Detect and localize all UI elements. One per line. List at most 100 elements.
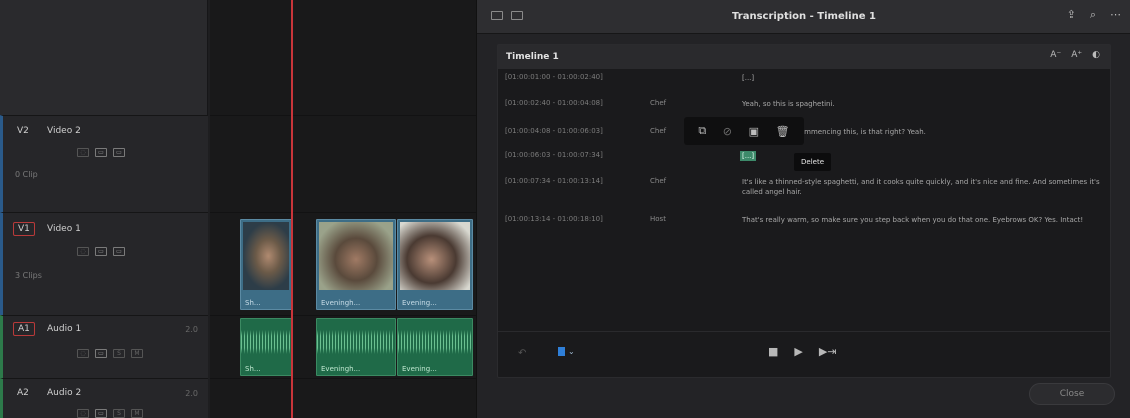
- toggle-output-icon[interactable]: ▭: [113, 247, 125, 256]
- undo-icon[interactable]: ↶: [518, 348, 526, 359]
- clip-name: Eveningh...: [321, 365, 361, 373]
- transcript-text[interactable]: It's like a thinned-style spaghetti, and…: [742, 177, 1102, 197]
- titlebar-actions: ⇪ ⌕ ⋯: [1067, 8, 1121, 22]
- track-divider: [210, 115, 476, 116]
- clip-thumbnail: [243, 222, 289, 290]
- clip-name: Eveningh...: [321, 299, 361, 307]
- clip-name: Sh...: [245, 299, 261, 307]
- channel-count: 2.0: [185, 325, 198, 334]
- solo-icon[interactable]: S: [113, 409, 125, 418]
- video-clip[interactable]: Eveningh...: [316, 219, 396, 310]
- contrast-icon[interactable]: ◐: [1092, 50, 1100, 60]
- track-tag[interactable]: V2: [13, 125, 33, 137]
- video-clip[interactable]: Sh...: [240, 219, 292, 310]
- timeline-header-area: [0, 0, 208, 115]
- timecode: [01:00:01:00 - 01:00:02:40]: [505, 73, 603, 81]
- transcription-window: Transcription - Timeline 1 ⇪ ⌕ ⋯ Timelin…: [476, 0, 1130, 418]
- panel-header: Timeline 1 A⁻ A⁺ ◐: [498, 45, 1110, 69]
- transcript-row[interactable]: [01:00:04:08 - 01:00:06:03] Chef commenc…: [498, 127, 1110, 141]
- transcript-row[interactable]: [01:00:02:40 - 01:00:04:08] Chef Yeah, s…: [498, 99, 1110, 113]
- camera-icon[interactable]: ▣: [749, 125, 759, 138]
- transcript-panel: Timeline 1 A⁻ A⁺ ◐ [01:00:01:00 - 01:00:…: [497, 44, 1111, 378]
- track-divider: [210, 212, 476, 213]
- audio-waveform: [317, 327, 395, 357]
- timecode: [01:00:07:34 - 01:00:13:14]: [505, 177, 603, 185]
- font-smaller-icon[interactable]: A⁻: [1050, 50, 1061, 60]
- track-header-v1[interactable]: V1 Video 1 ◌ ▭ ▭ 3 Clips: [0, 212, 208, 315]
- play-icon[interactable]: ▶: [794, 345, 802, 358]
- window-title: Transcription - Timeline 1: [732, 11, 876, 22]
- clip-thumbnail: [319, 222, 393, 290]
- search-icon[interactable]: ⌕: [1090, 8, 1096, 22]
- audio-clip[interactable]: Evening...: [397, 318, 473, 376]
- speaker-name: Chef: [650, 177, 667, 185]
- delete-tooltip: Delete: [794, 153, 831, 171]
- speaker-name: Host: [650, 215, 666, 223]
- track-divider: [210, 378, 476, 379]
- transcript-text[interactable]: That's really warm, so make sure you ste…: [742, 215, 1102, 225]
- export-icon[interactable]: ⇪: [1067, 8, 1076, 22]
- auto-select-icon[interactable]: ▭: [95, 409, 107, 418]
- track-name: Audio 2: [47, 388, 82, 398]
- track-header-a1[interactable]: A1 Audio 1 2.0 ◌ ▭ S M: [0, 315, 208, 378]
- stop-icon[interactable]: ■: [768, 345, 778, 358]
- timecode: [01:00:06:03 - 01:00:07:34]: [505, 151, 603, 159]
- color-swatch-icon: [558, 347, 565, 356]
- transcript-row[interactable]: [01:00:01:00 - 01:00:02:40] [...]: [498, 73, 1110, 87]
- clip-color-dropdown[interactable]: ⌄: [558, 347, 575, 356]
- playhead[interactable]: [291, 0, 293, 418]
- transcript-text-selected[interactable]: [...]: [740, 151, 757, 161]
- chevron-down-icon: ⌄: [568, 347, 575, 356]
- track-tag[interactable]: V1: [13, 222, 35, 236]
- audio-waveform: [241, 327, 291, 357]
- audio-clip[interactable]: Eveningh...: [316, 318, 396, 376]
- audio-clip[interactable]: Sh...: [240, 318, 292, 376]
- track-name: Video 2: [47, 126, 81, 136]
- clip-name: Evening...: [402, 299, 437, 307]
- audio-waveform: [398, 327, 472, 357]
- copy-icon[interactable]: ⧉: [698, 124, 706, 138]
- track-header-a2[interactable]: A2 Audio 2 2.0 ◌ ▭ S M: [0, 378, 208, 418]
- solo-icon[interactable]: S: [113, 349, 125, 358]
- transcript-text[interactable]: commencing this, is that right? Yeah.: [796, 127, 1096, 137]
- clip-name: Sh...: [245, 365, 261, 373]
- toggle-output-icon[interactable]: ▭: [113, 148, 125, 157]
- timecode: [01:00:04:08 - 01:00:06:03]: [505, 127, 603, 135]
- mute-icon[interactable]: M: [131, 409, 143, 418]
- timecode: [01:00:02:40 - 01:00:04:08]: [505, 99, 603, 107]
- lock-icon[interactable]: ◌: [77, 247, 89, 256]
- clip-count: 3 Clips: [15, 271, 42, 280]
- transcript-text[interactable]: [...]: [742, 73, 1102, 83]
- track-divider: [210, 315, 476, 316]
- more-options-icon[interactable]: ⋯: [1110, 8, 1121, 22]
- trash-icon[interactable]: 🗑: [776, 125, 790, 138]
- lock-icon[interactable]: ◌: [77, 409, 89, 418]
- clip-thumbnail: [400, 222, 470, 290]
- track-controls: ◌ ▭ S M: [77, 409, 143, 418]
- auto-select-icon[interactable]: ▭: [95, 247, 107, 256]
- auto-select-icon[interactable]: ▭: [95, 349, 107, 358]
- lock-icon[interactable]: ◌: [77, 148, 89, 157]
- mute-icon[interactable]: M: [131, 349, 143, 358]
- timeline-panel: V2 Video 2 ◌ ▭ ▭ 0 Clip V1 Video 1 ◌ ▭ ▭…: [0, 0, 476, 418]
- transcript-text[interactable]: Yeah, so this is spaghetini.: [742, 99, 1102, 109]
- transcript-row[interactable]: [01:00:07:34 - 01:00:13:14] Chef It's li…: [498, 177, 1110, 201]
- track-tag[interactable]: A1: [13, 322, 35, 336]
- track-controls: ◌ ▭ ▭: [77, 148, 125, 157]
- close-button[interactable]: Close: [1029, 383, 1115, 405]
- speaker-name: Chef: [650, 99, 667, 107]
- floating-toolbar: ⧉ ⊘ ▣ 🗑: [684, 117, 804, 145]
- play-to-end-icon[interactable]: ▶⇥: [819, 345, 837, 358]
- font-larger-icon[interactable]: A⁺: [1071, 50, 1082, 60]
- clip-name: Evening...: [402, 365, 437, 373]
- track-name: Video 1: [47, 224, 81, 234]
- link-icon[interactable]: ⊘: [723, 125, 732, 138]
- auto-select-icon[interactable]: ▭: [95, 148, 107, 157]
- track-header-v2[interactable]: V2 Video 2 ◌ ▭ ▭ 0 Clip: [0, 115, 208, 212]
- video-clip[interactable]: Evening...: [397, 219, 473, 310]
- track-name: Audio 1: [47, 324, 82, 334]
- track-tag[interactable]: A2: [13, 387, 33, 399]
- channel-count: 2.0: [185, 389, 198, 398]
- lock-icon[interactable]: ◌: [77, 349, 89, 358]
- transcript-row[interactable]: [01:00:13:14 - 01:00:18:10] Host That's …: [498, 215, 1110, 239]
